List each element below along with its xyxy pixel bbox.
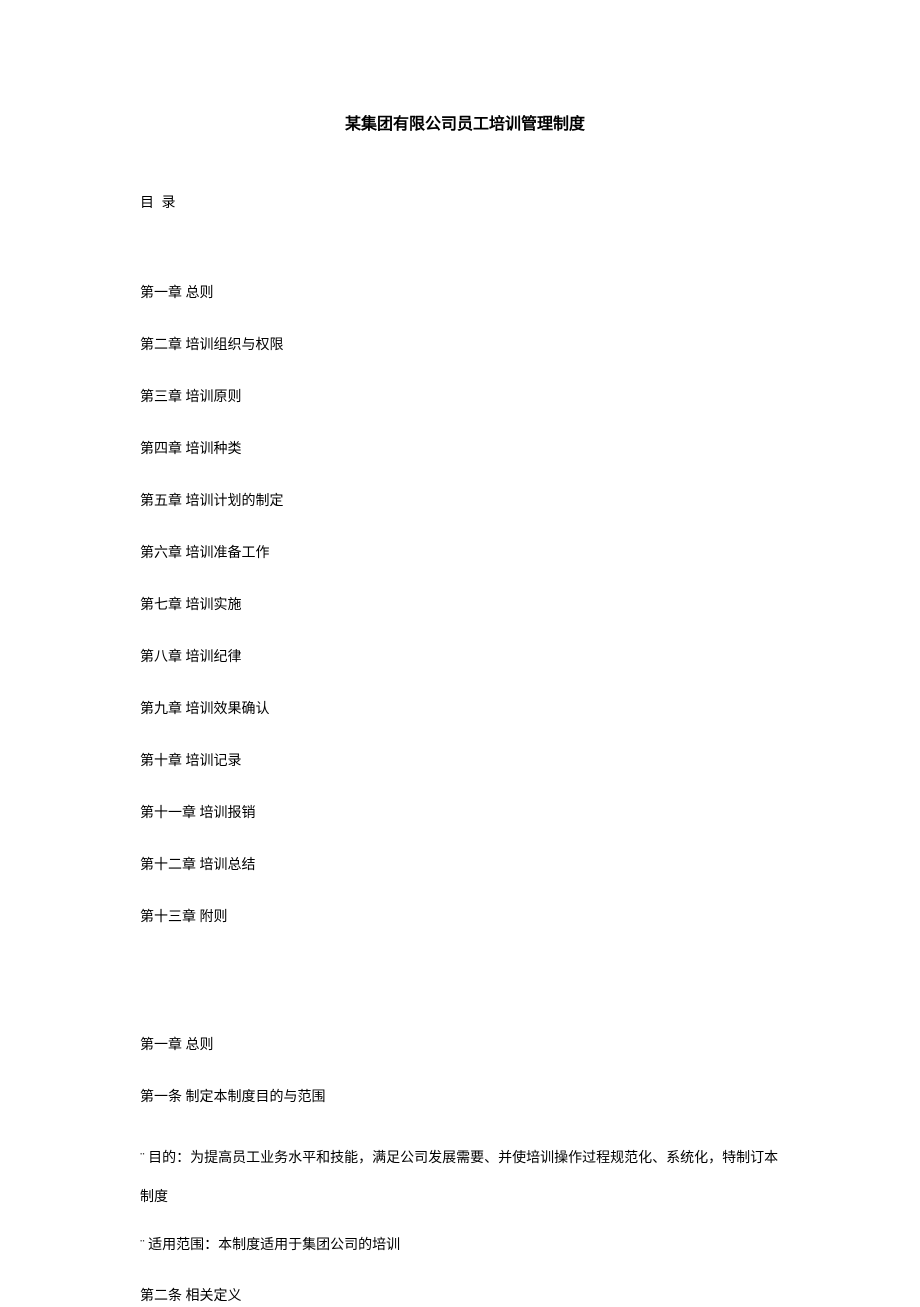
article-heading: 第二条 相关定义 — [140, 1287, 790, 1307]
toc-item: 第十二章 培训总结 — [140, 854, 790, 874]
chapter-heading: 第一章 总则 — [140, 1036, 790, 1056]
article-heading: 第一条 制定本制度目的与范围 — [140, 1088, 790, 1108]
toc-item: 第十章 培训记录 — [140, 750, 790, 770]
toc-item: 第十三章 附则 — [140, 906, 790, 926]
toc-item: 第六章 培训准备工作 — [140, 542, 790, 562]
toc-item: 第十一章 培训报销 — [140, 802, 790, 822]
document-body: 第一章 总则 第一条 制定本制度目的与范围 ¨ 目的：为提高员工业务水平和技能，… — [140, 1036, 790, 1307]
toc-item: 第九章 培训效果确认 — [140, 698, 790, 718]
document-title: 某集团有限公司员工培训管理制度 — [140, 110, 790, 134]
toc-item: 第三章 培训原则 — [140, 386, 790, 406]
toc-section: 第一章 总则 第二章 培训组织与权限 第三章 培训原则 第四章 培训种类 第五章… — [140, 282, 790, 926]
toc-item: 第七章 培训实施 — [140, 594, 790, 614]
toc-item: 第一章 总则 — [140, 282, 790, 302]
toc-item: 第五章 培训计划的制定 — [140, 490, 790, 510]
toc-item: 第二章 培训组织与权限 — [140, 334, 790, 354]
toc-item: 第八章 培训纪律 — [140, 646, 790, 666]
body-paragraph: ¨ 适用范围：本制度适用于集团公司的培训 — [140, 1236, 790, 1256]
toc-header: 目 录 — [140, 192, 790, 212]
toc-item: 第四章 培训种类 — [140, 438, 790, 458]
body-paragraph: ¨ 目的：为提高员工业务水平和技能，满足公司发展需要、并使培训操作过程规范化、系… — [140, 1139, 790, 1217]
